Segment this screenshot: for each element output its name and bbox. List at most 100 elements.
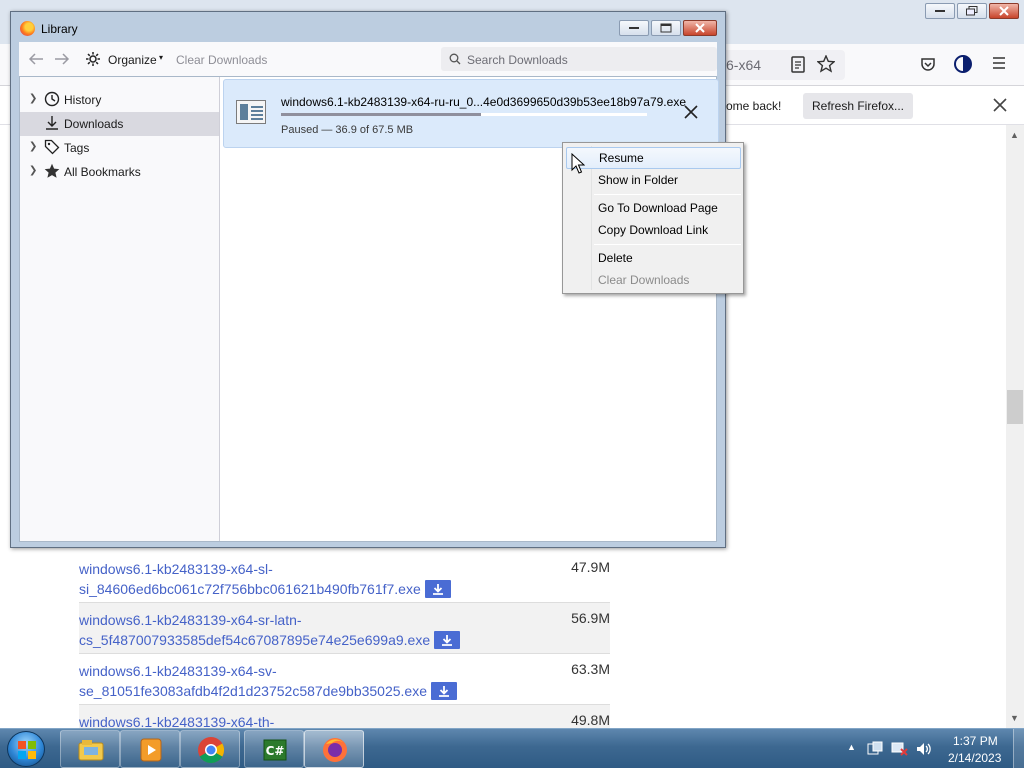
maximize-icon	[660, 23, 672, 33]
library-toolbar: Organize ▾ Clear Downloads Search Downlo…	[19, 42, 717, 76]
notification-close-icon[interactable]	[993, 98, 1007, 112]
sidebar-item-downloads[interactable]: Downloads	[20, 112, 219, 136]
media-player-icon	[140, 738, 162, 762]
scroll-thumb[interactable]	[1007, 390, 1023, 424]
clock-time[interactable]: 1:37 PM	[953, 734, 998, 748]
close-button[interactable]	[989, 3, 1019, 19]
close-icon	[999, 6, 1009, 16]
tag-icon	[44, 139, 60, 155]
taskbar-media-player-button[interactable]	[120, 730, 180, 768]
library-minimize-button[interactable]	[619, 20, 649, 36]
download-icon[interactable]	[424, 580, 451, 599]
cancel-download-button[interactable]	[678, 99, 704, 125]
mouse-cursor-icon	[571, 153, 585, 174]
search-icon	[449, 53, 461, 65]
notification-message: come back!	[720, 99, 782, 113]
download-progress-fill	[281, 113, 482, 116]
download-icon[interactable]	[431, 682, 458, 701]
chevron-down-icon: ▾	[159, 53, 164, 62]
menu-icon[interactable]	[992, 57, 1006, 69]
forward-arrow-icon[interactable]	[54, 52, 70, 66]
network-icon[interactable]	[891, 741, 909, 757]
menu-item-clear-downloads: Clear Downloads	[598, 273, 690, 287]
taskbar-firefox-button[interactable]	[304, 730, 364, 768]
file-size: 63.3M	[571, 661, 610, 677]
download-icon	[46, 116, 58, 130]
scroll-down-icon[interactable]: ▼	[1010, 713, 1019, 723]
start-button[interactable]	[7, 731, 45, 767]
menu-item-copy-download-link[interactable]: Copy Download Link	[566, 219, 741, 241]
menu-item-show-in-folder[interactable]: Show in Folder	[566, 169, 741, 191]
star-icon	[44, 163, 60, 178]
download-link[interactable]: windows6.1-kb2483139-x64-sl-si_84606ed6b…	[79, 559, 549, 599]
organize-label: Organize	[108, 53, 157, 67]
pocket-icon[interactable]	[920, 56, 936, 72]
sidebar-item-label: History	[64, 93, 102, 107]
reader-view-icon[interactable]	[790, 56, 806, 74]
minimize-icon	[629, 27, 639, 29]
chrome-icon	[198, 737, 225, 764]
library-close-button[interactable]	[683, 20, 717, 36]
restore-icon	[966, 6, 978, 16]
sidebar-item-label: Downloads	[64, 117, 124, 131]
menu-item-go-to-download-page[interactable]: Go To Download Page	[566, 197, 741, 219]
download-context-menu: Resume Show in Folder Go To Download Pag…	[562, 142, 744, 294]
restore-button[interactable]	[957, 3, 987, 19]
download-progress-bar	[281, 113, 647, 116]
download-link[interactable]: windows6.1-kb2483139-x64-sr-latn-cs_5f48…	[79, 610, 549, 650]
download-status: Paused — 36.9 of 67.5 MB	[281, 124, 414, 136]
menu-item-delete[interactable]: Delete	[566, 247, 741, 269]
search-downloads-input[interactable]: Search Downloads	[441, 47, 717, 71]
download-item[interactable]: windows6.1-kb2483139-x64-ru-ru_0...4e0d3…	[223, 79, 719, 148]
refresh-firefox-button[interactable]: Refresh Firefox...	[803, 93, 913, 119]
sidebar-item-label: All Bookmarks	[64, 165, 141, 179]
menu-item-resume[interactable]: Resume	[566, 147, 741, 169]
clock-icon	[44, 91, 60, 107]
taskbar-explorer-button[interactable]	[60, 730, 120, 768]
chevron-right-icon[interactable]: ❯	[29, 165, 37, 176]
table-row: windows6.1-kb2483139-x64-sr-latn-cs_5f48…	[79, 603, 610, 654]
close-icon	[695, 23, 705, 33]
bookmark-star-icon[interactable]	[817, 55, 835, 73]
action-center-icon[interactable]	[867, 741, 883, 757]
sidebar-item-history[interactable]: ❯ History	[20, 88, 219, 112]
clear-downloads-button[interactable]: Clear Downloads	[176, 53, 267, 67]
taskbar-chrome-button[interactable]	[180, 730, 240, 768]
minimize-button[interactable]	[925, 3, 955, 19]
sidebar-item-tags[interactable]: ❯ Tags	[20, 136, 219, 160]
taskbar: C# ▲ 1:37 PM 2/14/2023	[0, 728, 1024, 768]
account-icon[interactable]	[953, 54, 973, 74]
show-desktop-button[interactable]	[1013, 729, 1024, 768]
csharp-icon: C#	[263, 739, 287, 761]
downloads-table: windows6.1-kb2483139-x64-sl-si_84606ed6b…	[79, 552, 610, 756]
sidebar-item-all-bookmarks[interactable]: ❯ All Bookmarks	[20, 160, 219, 184]
gear-icon	[86, 52, 100, 66]
organize-button[interactable]: Organize ▾	[85, 48, 167, 70]
firefox-icon	[323, 738, 347, 762]
library-maximize-button[interactable]	[651, 20, 681, 36]
url-text: 6-x64	[726, 57, 762, 73]
file-size: 49.8M	[571, 712, 610, 728]
window-title: Library	[41, 22, 78, 36]
menu-separator	[594, 194, 741, 195]
exe-file-icon	[236, 100, 266, 124]
volume-icon[interactable]	[915, 741, 933, 757]
close-icon	[684, 105, 698, 119]
download-icon[interactable]	[434, 631, 461, 650]
page-scrollbar[interactable]: ▲ ▼	[1006, 125, 1024, 728]
chevron-right-icon[interactable]: ❯	[29, 93, 37, 104]
firefox-logo-icon	[20, 21, 35, 36]
table-row: windows6.1-kb2483139-x64-sv-se_81051fe30…	[79, 654, 610, 705]
show-hidden-icons-icon[interactable]: ▲	[847, 742, 856, 752]
library-titlebar[interactable]: Library	[11, 12, 725, 42]
library-sidebar: ❯ History Downloads ❯ Tags ❯ All Bookmar…	[20, 77, 220, 541]
back-arrow-icon[interactable]	[28, 52, 44, 66]
minimize-icon	[935, 10, 945, 12]
file-size: 56.9M	[571, 610, 610, 626]
svg-text:C#: C#	[266, 744, 285, 758]
clock-date[interactable]: 2/14/2023	[948, 751, 1001, 765]
taskbar-csharp-button[interactable]: C#	[244, 730, 304, 768]
download-link[interactable]: windows6.1-kb2483139-x64-sv-se_81051fe30…	[79, 661, 549, 701]
scroll-up-icon[interactable]: ▲	[1010, 130, 1019, 140]
chevron-right-icon[interactable]: ❯	[29, 141, 37, 152]
